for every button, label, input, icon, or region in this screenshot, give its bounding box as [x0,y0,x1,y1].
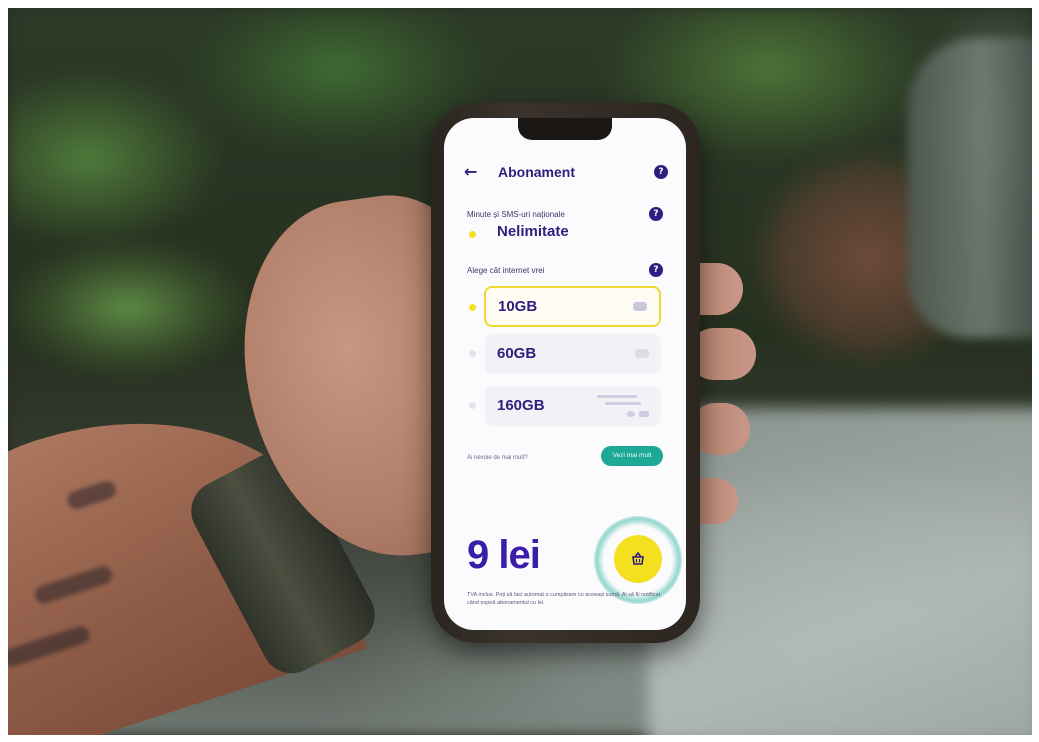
page-title: Abonament [498,164,575,180]
option-label: 160GB [497,397,545,414]
tattoo [8,623,92,669]
phone-screen: ← Abonament ? Minute și SMS-uri național… [444,118,686,630]
back-arrow-icon[interactable]: ← [464,160,477,184]
internet-option-60gb[interactable]: 60GB [485,334,661,374]
minutes-help-icon[interactable]: ? [649,207,663,221]
basket-icon[interactable] [614,535,662,583]
minutes-value: Nelimitate [497,223,569,240]
internet-option-10gb[interactable]: 10GB [484,286,661,327]
option-dot [469,350,476,357]
more-question: Ai nevoie de mai mult? [467,455,528,461]
legal-text: TVA inclus. Poți să faci automat o cumpă… [467,592,661,606]
see-more-button[interactable]: Vezi mai mult [601,446,663,466]
background-pot [908,38,1032,338]
tattoo [65,478,119,512]
option-label: 60GB [497,345,537,362]
sim-icon [639,411,649,417]
help-icon[interactable]: ? [654,165,668,179]
basket-icon-glyph [632,551,644,565]
app-header: ← Abonament ? [464,160,668,184]
sim-icon [633,302,647,311]
tattoo [32,564,115,606]
option-label: 10GB [498,298,538,315]
internet-option-160gb[interactable]: 160GB [485,386,661,426]
minutes-label: Minute și SMS-uri naționale [467,210,565,219]
sim-icon [635,349,649,358]
minutes-dot [469,231,476,238]
internet-help-icon[interactable]: ? [649,263,663,277]
option-dot [469,402,476,409]
extras-line [605,402,641,405]
price: 9 lei [467,533,541,577]
option-dot-selected [469,304,476,311]
background-table [648,408,1032,735]
extras-info [593,393,651,421]
extras-line [597,395,637,398]
phone-notch [518,118,612,140]
internet-label: Alege cât internet vrei [467,266,545,275]
extras-icon [627,411,635,417]
